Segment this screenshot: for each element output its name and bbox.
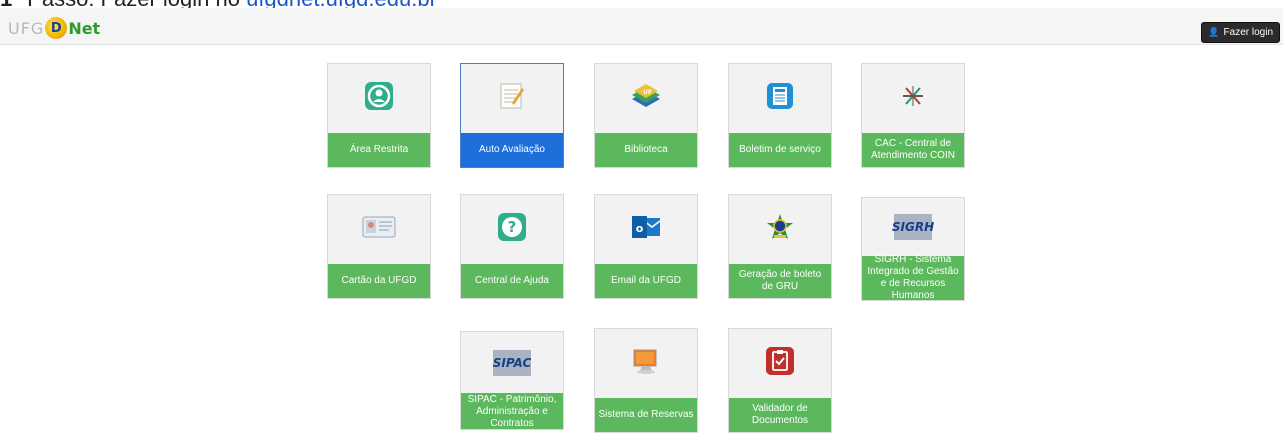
tile-central-ajuda[interactable]: ? Central de Ajuda [460, 194, 564, 299]
tile-label: Sistema de Reservas [595, 398, 697, 432]
question-icon: ? [497, 212, 527, 247]
user-circle-icon [364, 81, 394, 116]
svg-text:o: o [636, 222, 644, 235]
tile-label: SIGRH - Sistema Integrado de Gestão e de… [862, 254, 964, 301]
outlook-icon: o [630, 213, 662, 246]
clipboard-check-icon [765, 346, 795, 381]
tile-label: Área Restrita [328, 133, 430, 167]
tile-label: Auto Avaliação [461, 133, 563, 167]
newspaper-icon [766, 82, 794, 115]
tile-biblioteca[interactable]: UF Biblioteca [594, 63, 698, 168]
tile-label: Validador de Documentos [729, 398, 831, 432]
tile-sistema-reservas[interactable]: Sistema de Reservas [594, 328, 698, 433]
tile-auto-avaliacao[interactable]: Auto Avaliação [460, 63, 564, 168]
tile-sipac[interactable]: SIPAC SIPAC - Patrimônio, Administração … [460, 331, 564, 430]
tile-label: CAC - Central de Atendimento COIN [862, 133, 964, 167]
login-button-label: Fazer login [1223, 27, 1273, 38]
brasao-icon [765, 212, 795, 247]
tile-label: Geração de boleto de GRU [729, 264, 831, 298]
notepad-icon [498, 81, 526, 116]
tile-label: Boletim de serviço [729, 133, 831, 167]
tile-label: Biblioteca [595, 133, 697, 167]
tile-label: Email da UFGD [595, 264, 697, 298]
books-icon: UF [628, 81, 664, 116]
tile-sigrh[interactable]: SIGRH SIGRH - Sistema Integrado de Gestã… [861, 197, 965, 301]
tile-boleto-gru[interactable]: Geração de boleto de GRU [728, 194, 832, 299]
monitor-icon [631, 346, 661, 381]
instruction-text: 1° Passo: Fazer login no ufgdnet.ufgd.ed… [0, 0, 437, 11]
user-icon: 👤 [1208, 27, 1220, 37]
svg-text:UF: UF [643, 89, 652, 96]
ufgdnet-logo[interactable]: UFG D Net [8, 17, 100, 39]
cac-logo-icon [900, 83, 926, 114]
tile-boletim-servico[interactable]: Boletim de serviço [728, 63, 832, 168]
tile-email-ufgd[interactable]: o Email da UFGD [594, 194, 698, 299]
svg-text:?: ? [508, 218, 517, 236]
tile-validador-documentos[interactable]: Validador de Documentos [728, 328, 832, 433]
id-card-icon [362, 216, 396, 243]
tile-cac[interactable]: CAC - Central de Atendimento COIN [861, 63, 965, 168]
tile-label: SIPAC - Patrimônio, Administração e Cont… [461, 393, 563, 429]
tile-cartao-ufgd[interactable]: Cartão da UFGD [327, 194, 431, 299]
sipac-logo-icon: SIPAC [493, 349, 531, 376]
tile-area-restrita[interactable]: Área Restrita [327, 63, 431, 168]
tile-label: Cartão da UFGD [328, 264, 430, 298]
tile-label: Central de Ajuda [461, 264, 563, 298]
sigrh-logo-icon: SIGRH [892, 214, 934, 240]
navbar: UFG D Net 👤 Fazer login [0, 8, 1283, 45]
login-button[interactable]: 👤 Fazer login [1201, 22, 1280, 43]
